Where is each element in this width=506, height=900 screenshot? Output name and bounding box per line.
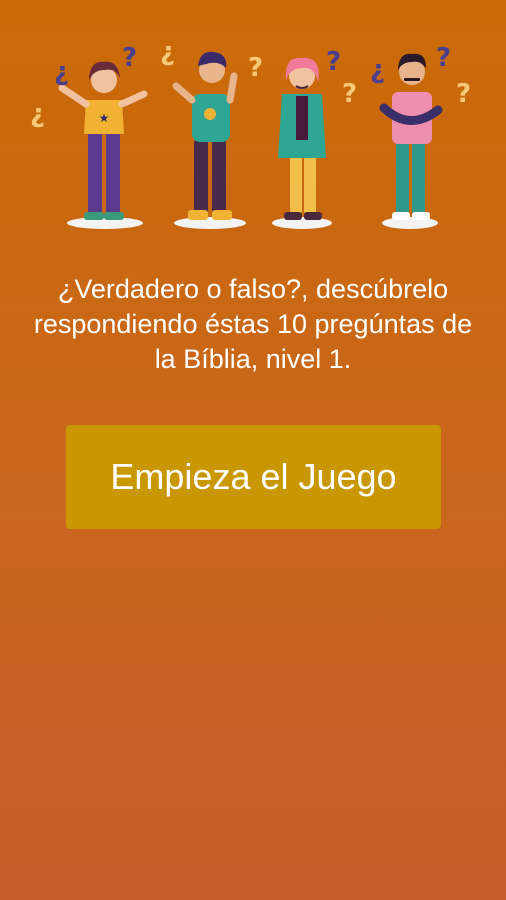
question-mark-icon: ? (456, 79, 471, 109)
intro-text: ¿Verdadero o falso?, descúbrelo respondi… (33, 274, 473, 374)
person-4-figure (379, 53, 443, 220)
person-1-figure: ★ (58, 61, 148, 220)
person-2-figure (172, 51, 238, 220)
floor-shadow (382, 217, 438, 229)
question-mark-icon: ¿ (160, 37, 175, 67)
confused-people-illustration: ★ ¿ ¿ ? ¿ ? ? ? ¿ ? ? (30, 37, 471, 229)
question-mark-icon: ¿ (370, 55, 385, 85)
floor-shadow (272, 217, 332, 229)
question-mark-icon: ¿ (54, 57, 69, 87)
question-mark-icon: ¿ (30, 99, 45, 129)
hero-illustration: ★ ¿ ¿ ? ¿ ? ? ? ¿ ? ? (0, 30, 506, 240)
question-mark-icon: ? (326, 47, 341, 77)
question-mark-icon: ? (342, 79, 357, 109)
question-mark-icon: ? (122, 43, 137, 73)
floor-shadow (174, 217, 246, 229)
question-mark-icon: ? (248, 53, 263, 83)
start-game-button[interactable]: Empieza el Juego (66, 425, 441, 529)
svg-text:★: ★ (99, 111, 110, 125)
question-mark-icon: ? (436, 43, 451, 73)
person-3-figure (278, 57, 326, 220)
